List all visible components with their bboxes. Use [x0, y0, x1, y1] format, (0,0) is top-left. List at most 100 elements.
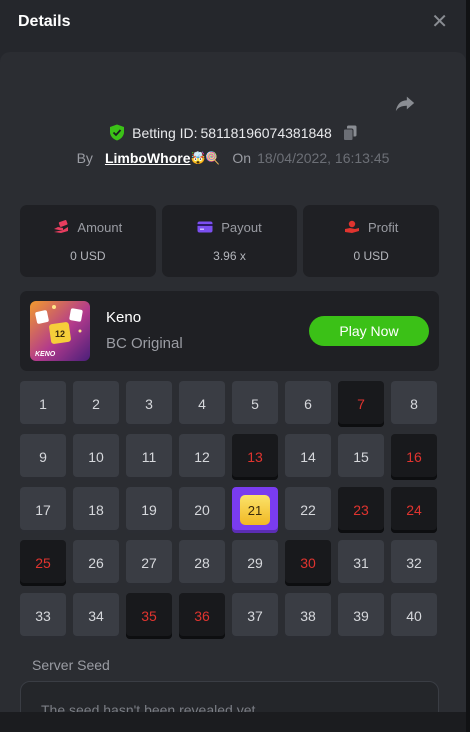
keno-tile-15: 15	[338, 434, 384, 480]
keno-tile-9: 9	[20, 434, 66, 480]
on-label: On	[232, 150, 252, 166]
keno-tile-20: 20	[179, 487, 225, 533]
stat-profit-value: 0 USD	[353, 248, 389, 263]
keno-tile-8: 8	[391, 381, 437, 427]
keno-tile-number: 25	[35, 555, 51, 571]
keno-tile-number: 40	[406, 608, 422, 624]
card-icon	[197, 221, 213, 233]
keno-tile-number: 14	[300, 449, 316, 465]
keno-tile-2: 2	[73, 381, 119, 427]
keno-tile-number: 12	[194, 449, 210, 465]
bet-meta-row: By LimboWhore 🤯🍭 On 18/04/2022, 16:13:45	[0, 150, 466, 166]
copy-icon[interactable]	[342, 125, 357, 141]
keno-tile-number: 10	[88, 449, 104, 465]
stat-payout: Payout 3.96 x	[161, 205, 298, 277]
keno-tile-number: 32	[406, 555, 422, 571]
username-link[interactable]: LimboWhore	[105, 150, 191, 166]
keno-tile-17: 17	[20, 487, 66, 533]
keno-tile-number: 17	[35, 502, 51, 518]
keno-tile-number: 9	[39, 449, 47, 465]
keno-tile-number: 8	[410, 396, 418, 412]
keno-tile-number: 3	[145, 396, 153, 412]
keno-tile-38: 38	[285, 593, 331, 639]
keno-tile-number: 5	[251, 396, 259, 412]
keno-tile-28: 28	[179, 540, 225, 586]
keno-thumb-number: 12	[55, 329, 65, 339]
keno-tile-number: 18	[88, 502, 104, 518]
keno-tile-40: 40	[391, 593, 437, 639]
keno-tile-number: 11	[141, 449, 157, 465]
keno-tile-3: 3	[126, 381, 172, 427]
keno-tile-number: 39	[353, 608, 369, 624]
keno-tile-33: 33	[20, 593, 66, 639]
username-emoji: 🤯🍭	[190, 151, 221, 165]
shield-check-icon	[110, 124, 125, 141]
server-seed-field: The seed hasn't been revealed yet	[20, 681, 439, 712]
keno-tile-number: 30	[300, 555, 316, 571]
keno-tile-30: 30	[285, 540, 331, 586]
close-icon[interactable]: ✕	[431, 12, 448, 32]
details-body: Betting ID: 58118196074381848 By LimboWh…	[0, 52, 466, 712]
keno-tile-1: 1	[20, 381, 66, 427]
keno-tile-12: 12	[179, 434, 225, 480]
keno-tile-number: 15	[353, 449, 369, 465]
keno-tile-number: 13	[247, 449, 263, 465]
keno-tile-31: 31	[338, 540, 384, 586]
keno-tile-number: 35	[141, 608, 157, 624]
play-now-button[interactable]: Play Now	[309, 316, 429, 346]
money-hand-icon	[54, 220, 69, 233]
keno-tile-number: 33	[35, 608, 51, 624]
keno-tile-14: 14	[285, 434, 331, 480]
server-seed-label: Server Seed	[32, 657, 110, 673]
keno-thumb-label: KENO	[35, 351, 56, 358]
game-subtitle: BC Original	[106, 335, 183, 352]
keno-tile-number: 19	[141, 502, 157, 518]
keno-tile-27: 27	[126, 540, 172, 586]
betting-id-value: 58118196074381848	[200, 124, 332, 141]
keno-tile-39: 39	[338, 593, 384, 639]
keno-thumbnail-art: 12 KENO	[35, 305, 83, 358]
keno-tile-number: 24	[406, 502, 422, 518]
keno-game-thumbnail[interactable]: 12 KENO	[30, 301, 90, 361]
keno-tile-number: 34	[88, 608, 104, 624]
stat-amount-value: 0 USD	[70, 248, 106, 263]
keno-tile-29: 29	[232, 540, 278, 586]
keno-number-grid: 1 2 3 4 5 6 7 8 9 10 11 12 13 14 15 16 17 18 19 20 21 22 23 24 2…	[20, 381, 439, 639]
keno-tile-26: 26	[73, 540, 119, 586]
game-card: 12 KENO Keno BC Original Play Now	[20, 291, 439, 371]
betting-id-row: Betting ID: 58118196074381848	[0, 124, 466, 141]
keno-tile-32: 32	[391, 540, 437, 586]
keno-tile-number: 29	[247, 555, 263, 571]
keno-tile-24: 24	[391, 487, 437, 533]
keno-tile-number: 6	[304, 396, 312, 412]
betting-id-label: Betting ID:	[132, 124, 198, 141]
keno-tile-number: 37	[247, 608, 263, 624]
keno-tile-number: 23	[353, 502, 369, 518]
bet-date: 18/04/2022, 16:13:45	[257, 150, 390, 166]
modal-title: Details	[18, 13, 71, 30]
keno-tile-number: 31	[353, 555, 369, 571]
keno-tile-16: 16	[391, 434, 437, 480]
keno-tile-25: 25	[20, 540, 66, 586]
keno-tile-number: 21	[240, 495, 270, 525]
profit-hand-icon	[345, 220, 359, 233]
details-modal: Details ✕ Betting ID: 58118196074381848 …	[0, 0, 466, 712]
bet-stats: Amount 0 USD Payout 3.96 x Profit 0 USD	[20, 205, 440, 277]
keno-tile-7: 7	[338, 381, 384, 427]
stat-profit-label: Profit	[368, 219, 399, 235]
stat-payout-label: Payout	[221, 219, 262, 235]
stat-amount-label: Amount	[77, 219, 123, 235]
keno-tile-22: 22	[285, 487, 331, 533]
server-seed-placeholder: The seed hasn't been revealed yet	[41, 702, 256, 712]
keno-tile-number: 7	[357, 396, 365, 412]
keno-tile-number: 27	[141, 555, 157, 571]
keno-tile-number: 2	[92, 396, 100, 412]
keno-tile-4: 4	[179, 381, 225, 427]
share-icon[interactable]	[394, 92, 416, 114]
keno-tile-6: 6	[285, 381, 331, 427]
game-name: Keno	[106, 309, 142, 326]
modal-header: Details ✕	[0, 0, 466, 44]
stat-amount: Amount 0 USD	[20, 205, 156, 277]
scrollbar-track	[466, 0, 470, 732]
keno-tile-35: 35	[126, 593, 172, 639]
